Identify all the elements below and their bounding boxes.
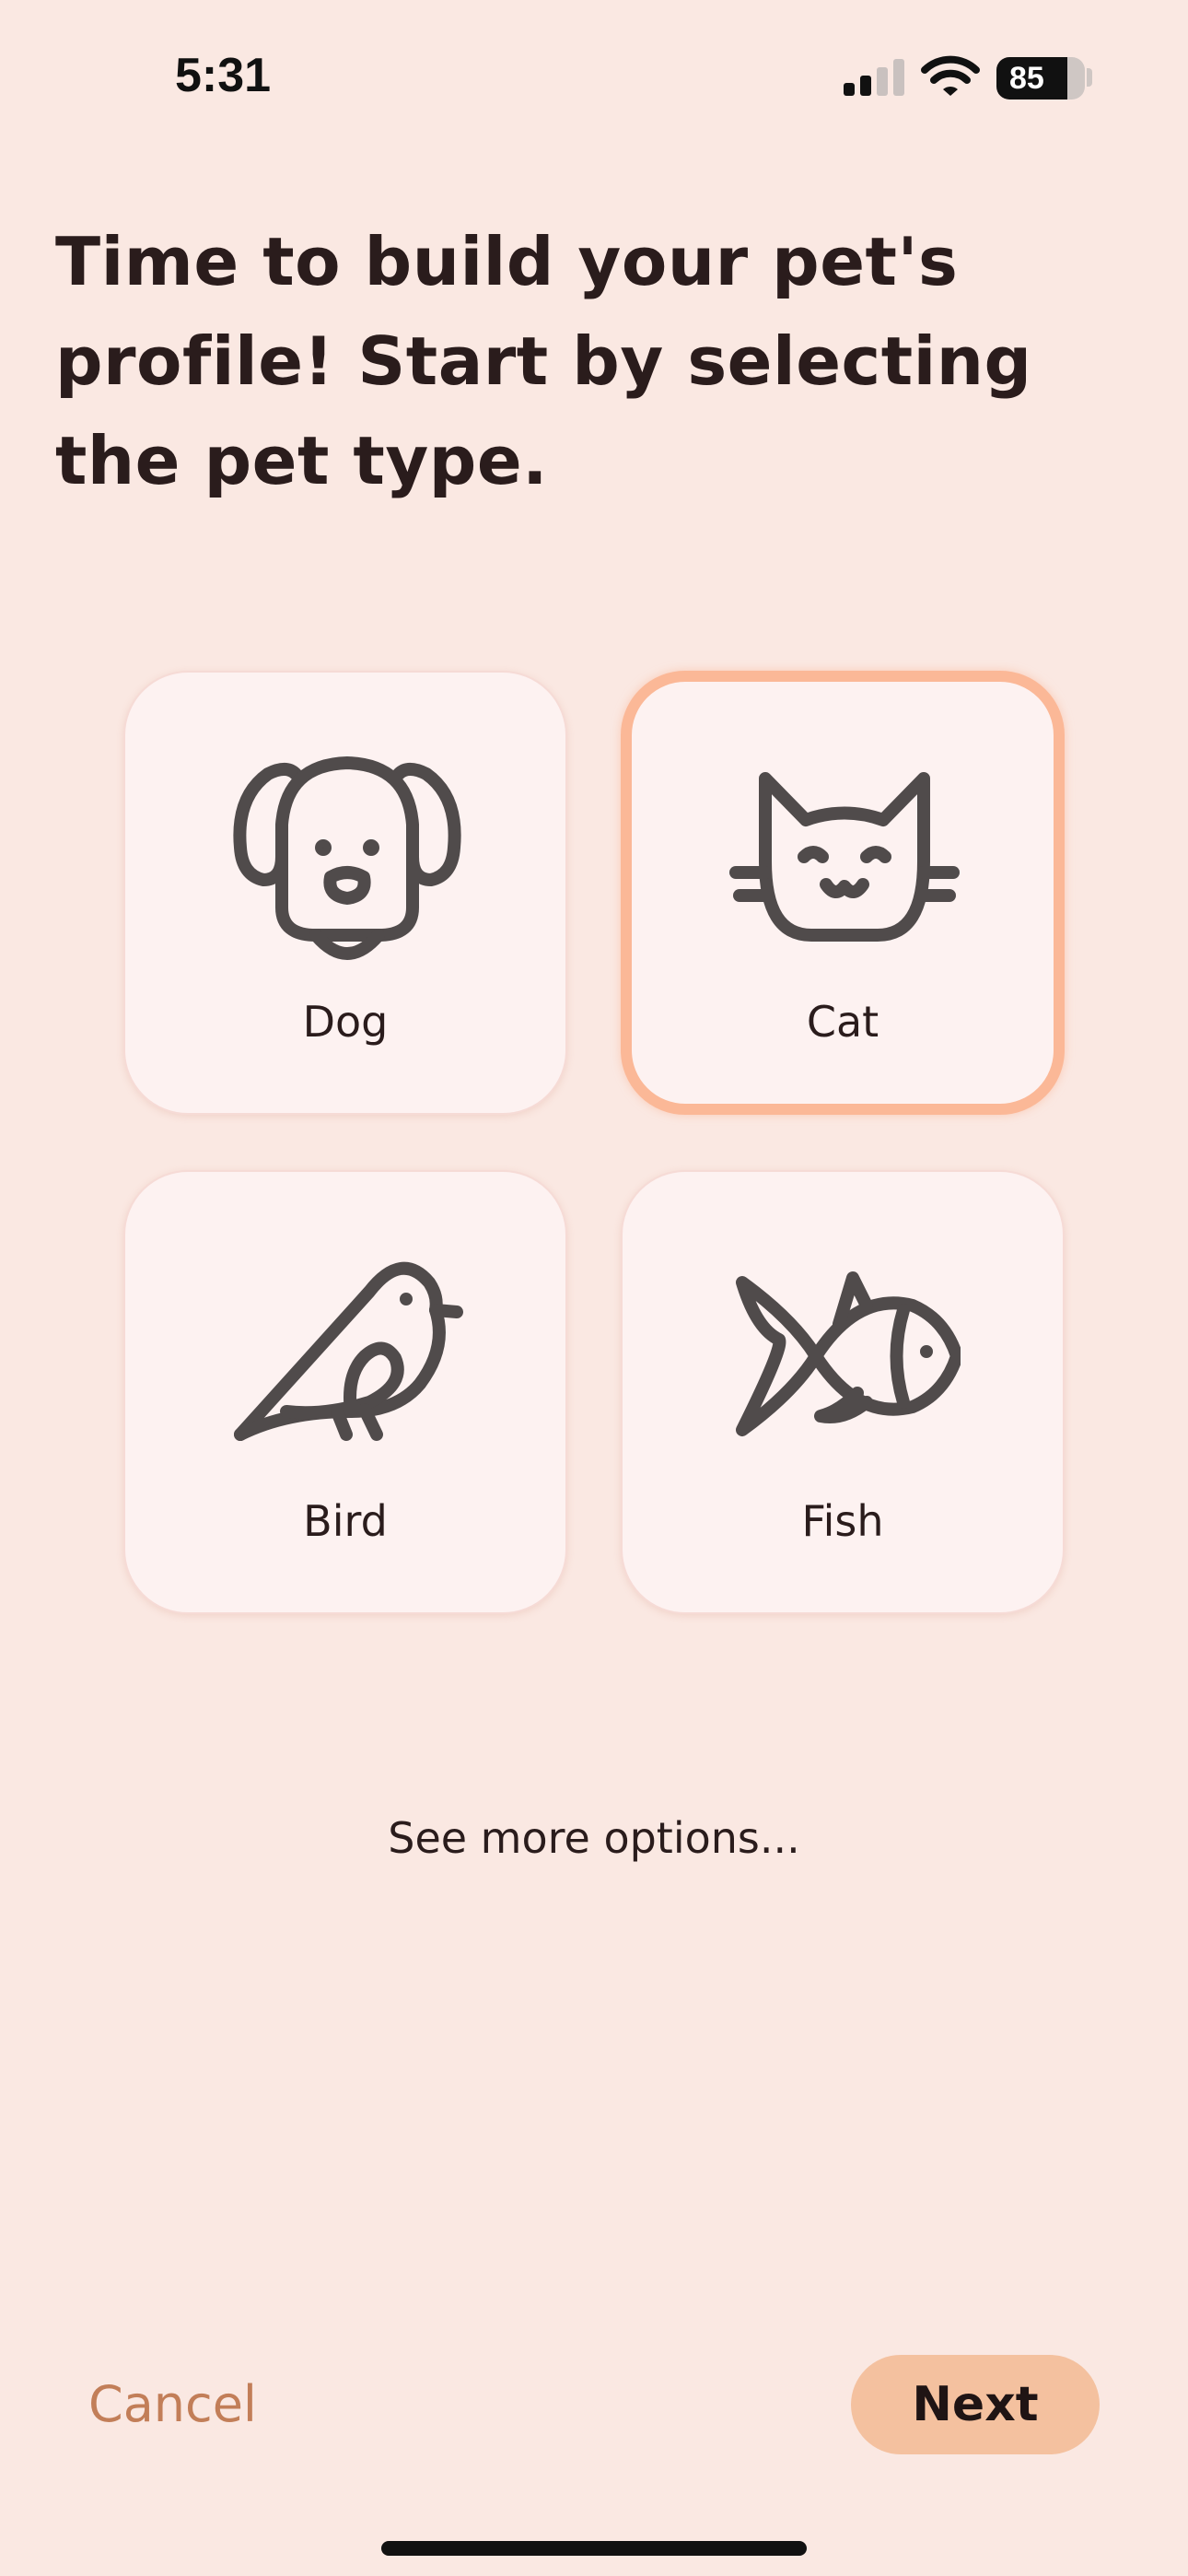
pet-label-cat: Cat — [806, 997, 879, 1047]
signal-icon — [844, 59, 904, 96]
bird-icon — [234, 1261, 463, 1441]
dog-icon — [233, 756, 461, 960]
status-time: 5:31 — [175, 49, 272, 102]
pet-card-bird[interactable]: Bird — [123, 1170, 567, 1614]
battery-tip — [1087, 68, 1092, 87]
pet-label-bird: Bird — [303, 1496, 388, 1546]
page-title: Time to build your pet's profile! Start … — [55, 223, 1032, 499]
pet-label-fish: Fish — [801, 1496, 884, 1546]
cancel-button[interactable]: Cancel — [88, 2375, 257, 2433]
cat-icon — [729, 772, 960, 942]
see-more-options-link[interactable]: See more options... — [0, 1813, 1188, 1863]
next-button[interactable]: Next — [851, 2355, 1100, 2454]
pet-card-fish[interactable]: Fish — [621, 1170, 1065, 1614]
battery-icon: 85 — [996, 57, 1085, 100]
pet-card-dog[interactable]: Dog — [123, 671, 567, 1115]
fish-icon — [736, 1271, 961, 1436]
pet-label-dog: Dog — [302, 997, 389, 1047]
pet-type-grid: Dog Cat Bird Fish — [123, 671, 1065, 1614]
battery-level: 85 — [1009, 60, 1044, 96]
home-indicator — [381, 2541, 807, 2556]
wifi-icon — [921, 55, 980, 96]
pet-card-cat[interactable]: Cat — [621, 671, 1065, 1115]
